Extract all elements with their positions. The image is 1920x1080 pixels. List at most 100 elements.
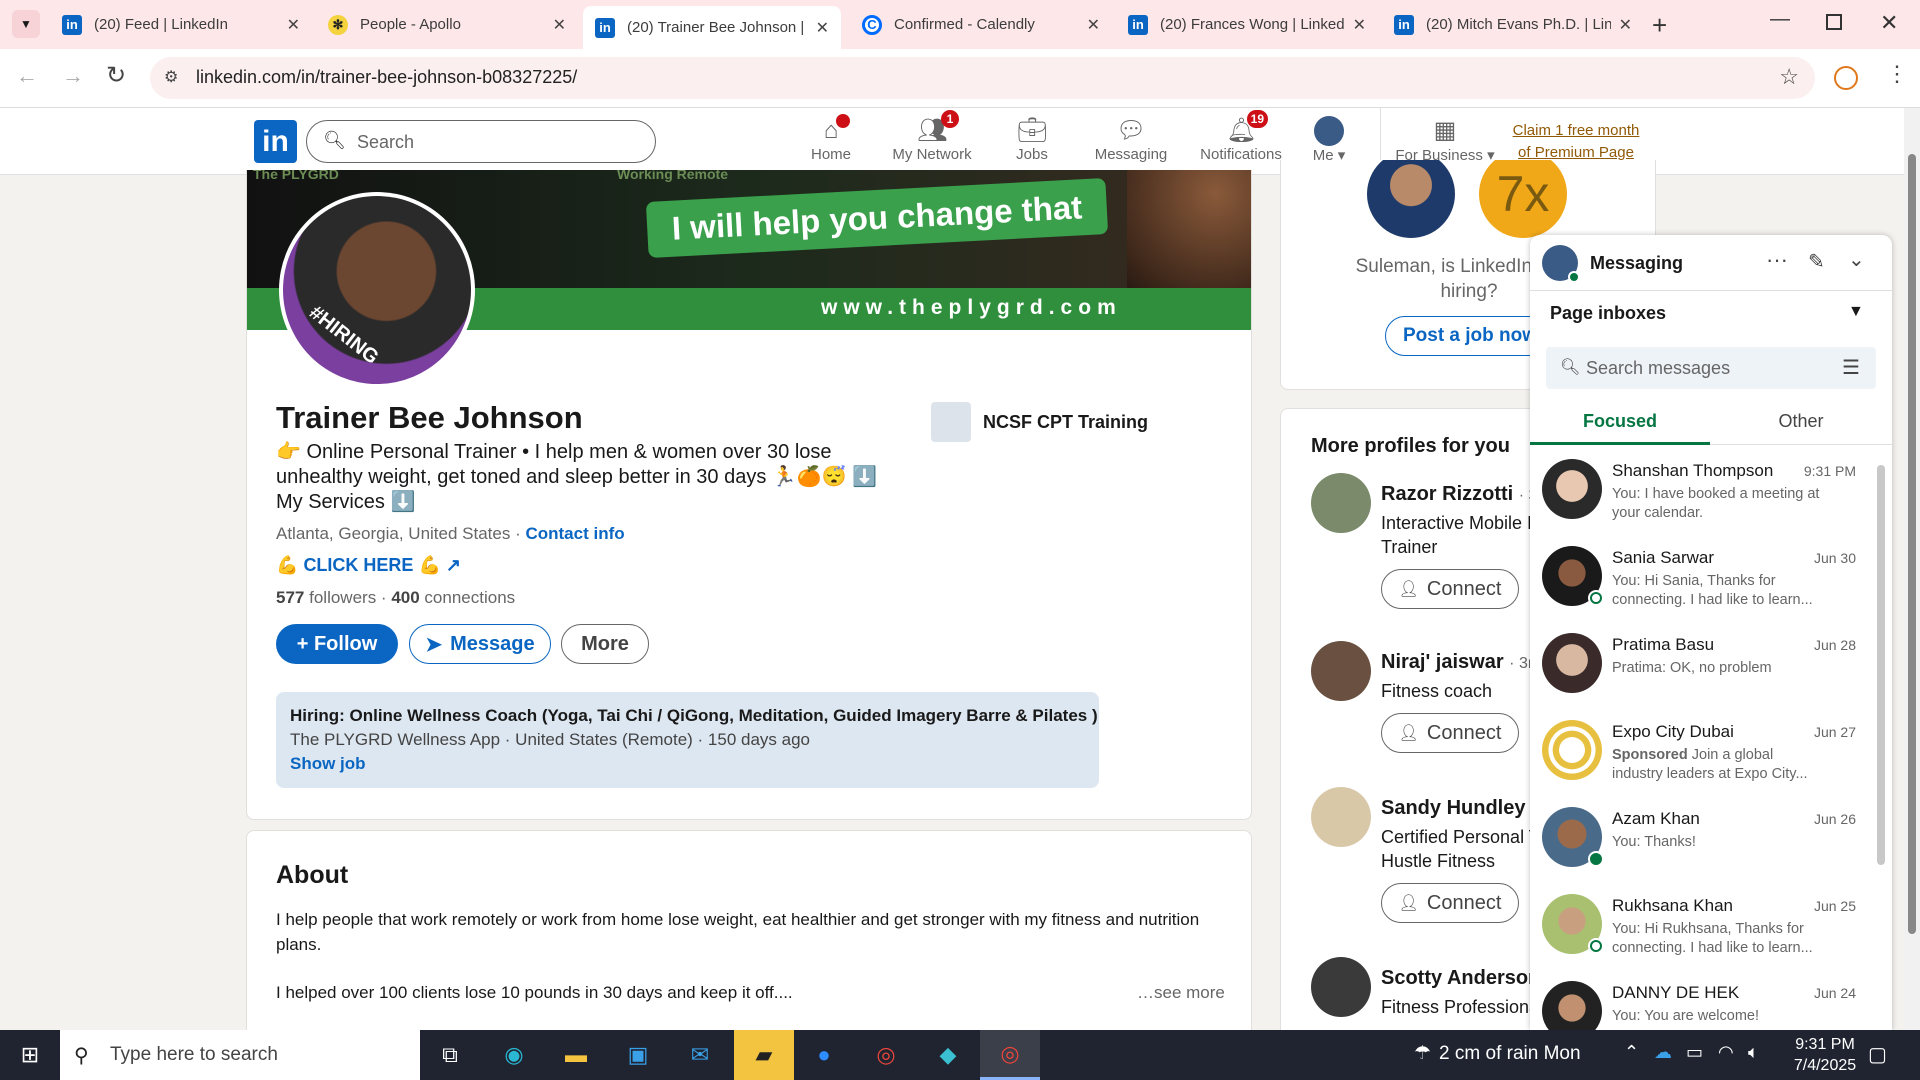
scrollbar-thumb[interactable] xyxy=(1908,154,1916,934)
conversation-item[interactable]: Pratima Basu Jun 28 Pratima: OK, no prob… xyxy=(1530,625,1870,712)
compose-icon[interactable]: ✎ xyxy=(1808,249,1825,274)
promo-avatar xyxy=(1367,160,1455,238)
tray-chevron-icon[interactable]: ⌃ xyxy=(1624,1042,1639,1063)
app-icon[interactable]: ◆ xyxy=(928,1038,968,1072)
page-scrollbar[interactable] xyxy=(1904,108,1920,1030)
task-view-icon[interactable]: ⧉ xyxy=(430,1038,470,1072)
profile-name: Trainer Bee Johnson xyxy=(276,400,583,435)
browser-tab[interactable]: in (20) Mitch Evans Ph.D. | Lin ✕ xyxy=(1382,8,1644,41)
browser-tab[interactable]: in (20) Feed | LinkedIn ✕ xyxy=(50,8,312,41)
notification-center-icon[interactable]: ▢ xyxy=(1868,1042,1887,1067)
chrome-active-icon[interactable]: ◎ xyxy=(980,1030,1040,1080)
new-tab-icon[interactable]: + xyxy=(1652,10,1667,41)
avatar xyxy=(1542,720,1602,780)
chrome-icon[interactable]: ◎ xyxy=(866,1038,906,1072)
conversation-item[interactable]: Rukhsana Khan Jun 25 You: Hi Rukhsana, T… xyxy=(1530,886,1870,973)
conversation-item[interactable]: Expo City Dubai Jun 27 Sponsored Join a … xyxy=(1530,712,1870,799)
close-tab-icon[interactable]: ✕ xyxy=(1353,15,1366,35)
store-icon[interactable]: ▣ xyxy=(618,1038,658,1072)
weather-widget[interactable]: ☂ 2 cm of rain Mon xyxy=(1414,1042,1581,1065)
premium-link[interactable]: Claim 1 free month of Premium Page xyxy=(1506,120,1646,164)
linkedin-logo-icon[interactable]: in xyxy=(254,120,297,163)
profile-photo[interactable]: #HIRING xyxy=(279,192,475,388)
nav-home[interactable]: ⌂ Home xyxy=(800,114,862,163)
messaging-header[interactable]: Messaging ··· ✎ ⌄ xyxy=(1530,235,1892,291)
zoom-icon[interactable]: ● xyxy=(804,1038,844,1072)
nav-messaging[interactable]: 💬︎ Messaging xyxy=(1084,116,1178,163)
menu-icon[interactable]: ⋮ xyxy=(1886,61,1908,87)
website-link[interactable]: CLICK HERE xyxy=(303,555,413,575)
wifi-icon[interactable]: ◠ xyxy=(1718,1042,1734,1063)
onedrive-icon[interactable]: ☁ xyxy=(1654,1042,1672,1063)
url-bar[interactable]: ⚙ linkedin.com/in/trainer-bee-johnson-b0… xyxy=(150,57,1815,99)
close-window-icon[interactable]: ✕ xyxy=(1880,10,1898,36)
close-tab-icon[interactable]: ✕ xyxy=(1087,15,1100,35)
edge-icon[interactable]: ◉ xyxy=(494,1038,534,1072)
conversation-item[interactable]: Sania Sarwar Jun 30 You: Hi Sania, Thank… xyxy=(1530,538,1870,625)
nav-my-network[interactable]: 👥︎ 1 My Network xyxy=(884,110,980,163)
browser-tab[interactable]: in (20) Frances Wong | Linked ✕ xyxy=(1116,8,1378,41)
browser-tab[interactable]: ✻ People - Apollo ✕ xyxy=(316,8,578,41)
more-button[interactable]: More xyxy=(561,624,649,664)
message-search-input[interactable]: 🔍︎ Search messages ☰ xyxy=(1546,347,1876,389)
browser-tab-active[interactable]: in (20) Trainer Bee Johnson | L ✕ xyxy=(583,6,841,49)
more-options-icon[interactable]: ··· xyxy=(1766,247,1788,273)
restore-icon[interactable] xyxy=(1826,14,1842,30)
global-search-input[interactable]: 🔍︎ Search xyxy=(306,120,656,163)
file-explorer-icon[interactable]: ▬ xyxy=(556,1038,596,1072)
tab-other[interactable]: Other xyxy=(1710,401,1892,445)
follow-button[interactable]: + Follow xyxy=(276,624,398,664)
avatar xyxy=(1542,981,1602,1030)
flexed-arm-icon: 💪 xyxy=(418,555,441,575)
nav-jobs[interactable]: 💼︎ Jobs xyxy=(1004,116,1060,163)
suggestion-headline: Hustle Fitness xyxy=(1381,851,1496,871)
about-card: About I help people that work remotely o… xyxy=(246,830,1252,1050)
forward-icon[interactable]: → xyxy=(62,63,84,89)
connect-button[interactable]: 👤︎ Connect xyxy=(1381,569,1519,609)
sticky-notes-icon[interactable]: ▰ xyxy=(734,1030,794,1080)
conversation-item[interactable]: Shanshan Thompson 9:31 PM You: I have bo… xyxy=(1530,451,1870,538)
close-tab-icon[interactable]: ✕ xyxy=(1619,15,1632,35)
contact-info-link[interactable]: Contact info xyxy=(525,524,624,543)
conversation-item[interactable]: Azam Khan Jun 26 You: Thanks! xyxy=(1530,799,1870,886)
nav-for-business[interactable]: ▦ For Business ▾ xyxy=(1390,116,1500,164)
mail-icon[interactable]: ✉ xyxy=(680,1038,720,1072)
filter-icon[interactable]: ☰ xyxy=(1842,355,1860,380)
windows-start-icon[interactable]: ⊞ xyxy=(10,1038,50,1072)
hiring-banner[interactable]: Hiring: Online Wellness Coach (Yoga, Tai… xyxy=(276,692,1099,788)
tab-focused[interactable]: Focused xyxy=(1530,401,1710,445)
nav-notifications[interactable]: 🔔︎ 19 Notifications xyxy=(1188,110,1294,163)
nav-me[interactable]: Me ▾ xyxy=(1304,116,1354,164)
conversation-list: Shanshan Thompson 9:31 PM You: I have bo… xyxy=(1530,451,1880,1030)
conversation-date: Jun 24 xyxy=(1813,985,1856,1001)
close-tab-icon[interactable]: ✕ xyxy=(287,15,300,35)
chevron-down-icon[interactable]: ⌄ xyxy=(1848,247,1865,272)
messaging-scrollbar[interactable] xyxy=(1877,465,1885,865)
see-more-link[interactable]: …see more xyxy=(1137,983,1225,1003)
connect-button[interactable]: 👤︎ Connect xyxy=(1381,883,1519,923)
tab-list-dropdown[interactable]: ▼ xyxy=(12,10,40,38)
close-tab-icon[interactable]: ✕ xyxy=(816,18,829,38)
reload-icon[interactable]: ↻ xyxy=(106,61,126,90)
page-inboxes-label: Page inboxes xyxy=(1550,303,1667,323)
browser-tab[interactable]: C Confirmed - Calendly ✕ xyxy=(850,8,1112,41)
site-info-icon[interactable]: ⚙ xyxy=(164,67,178,87)
show-job-link[interactable]: Show job xyxy=(290,754,1085,774)
taskbar-search-input[interactable]: ⚲ Type here to search xyxy=(60,1030,420,1080)
minimize-icon[interactable]: — xyxy=(1770,8,1790,31)
conversation-date: Jun 28 xyxy=(1813,637,1856,653)
clock[interactable]: 9:31 PM 7/4/2025 xyxy=(1780,1034,1870,1076)
volume-icon[interactable]: 🔈︎ xyxy=(1748,1042,1759,1063)
profile-website-row[interactable]: 💪 CLICK HERE 💪 ↗ xyxy=(276,555,461,576)
back-icon[interactable]: ← xyxy=(16,63,38,89)
profile-icon[interactable] xyxy=(1834,66,1858,90)
close-tab-icon[interactable]: ✕ xyxy=(553,15,566,35)
connect-button[interactable]: 👤︎ Connect xyxy=(1381,713,1519,753)
page-inboxes-dropdown[interactable]: Page inboxes ▼ xyxy=(1530,291,1892,337)
battery-icon[interactable]: ▭ xyxy=(1686,1042,1703,1063)
external-link-icon[interactable]: ↗ xyxy=(446,555,461,575)
conversation-item[interactable]: DANNY DE HEK Jun 24 You: You are welcome… xyxy=(1530,973,1870,1030)
message-button[interactable]: ➤ Message xyxy=(409,624,551,664)
bookmark-star-icon[interactable]: ☆ xyxy=(1779,64,1799,90)
education-item[interactable]: NCSF CPT Training xyxy=(931,402,1148,442)
